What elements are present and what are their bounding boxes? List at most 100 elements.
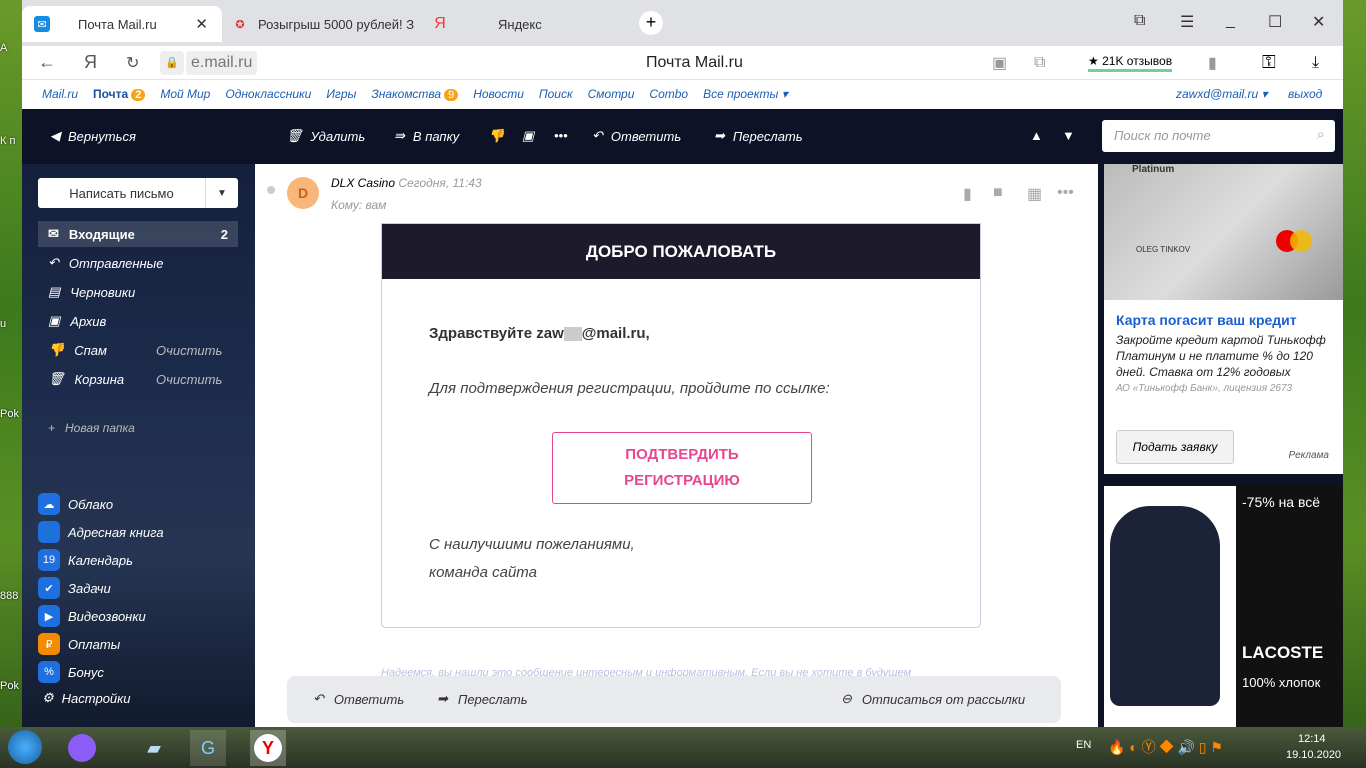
yandex-browser-icon[interactable]: Y <box>250 730 286 766</box>
read-status-dot[interactable] <box>267 186 275 194</box>
start-button[interactable] <box>8 730 42 764</box>
apply-button[interactable]: Подать заявку <box>1116 430 1234 464</box>
folder-inbox[interactable]: ✉ Входящие 2 <box>38 221 238 247</box>
search-input[interactable]: Поиск по почте ⌕ <box>1102 120 1335 152</box>
greeting: Здравствуйте zaw @mail.ru, <box>429 325 650 342</box>
app-payments[interactable]: ₽ Оплаты <box>38 633 120 655</box>
user-menu[interactable]: zawxd@mail.ru ▾ <box>1176 87 1268 101</box>
reload-icon[interactable]: ↻ <box>126 53 139 73</box>
delete-button[interactable]: 🗑 Удалить <box>286 128 365 144</box>
prev-message-button[interactable]: ▲ <box>1030 128 1043 143</box>
protect-icon[interactable]: ▣ <box>992 53 1007 73</box>
portal-link[interactable]: Mail.ru <box>42 87 78 101</box>
app-g-icon[interactable]: G <box>190 730 226 766</box>
calendar-icon[interactable]: ▦ <box>1027 184 1042 204</box>
clear-trash-button[interactable]: Очистить <box>156 372 222 387</box>
all-projects-link[interactable]: Все проекты ▾ <box>703 87 788 101</box>
portal-link[interactable]: Смотри <box>588 87 635 101</box>
address-field[interactable]: e.mail.ru <box>186 50 258 75</box>
portal-link[interactable]: Игры <box>326 87 356 101</box>
portal-link-mail[interactable]: Почта 2 <box>93 87 146 101</box>
app-calendar[interactable]: 19 Календарь <box>38 549 133 571</box>
app-bonus[interactable]: % Бонус <box>38 661 104 683</box>
desktop-icon-label: Pok <box>0 408 19 420</box>
more-icon[interactable]: ••• <box>1057 184 1074 202</box>
clear-spam-button[interactable]: Очистить <box>156 343 222 358</box>
app-label: Бонус <box>68 664 104 680</box>
app-video-calls[interactable]: ▶ Видеозвонки <box>38 605 146 627</box>
more-button[interactable]: ••• <box>554 128 568 143</box>
unsubscribe-button[interactable]: ⊖ Отписаться от рассылки <box>841 691 1025 707</box>
compose-button[interactable]: Написать письмо <box>38 178 206 208</box>
ad-title[interactable]: Карта погасит ваш кредит <box>1116 312 1331 328</box>
clock-time[interactable]: 12:14 <box>1298 733 1326 745</box>
app-cloud[interactable]: ☁ Облако <box>38 493 113 515</box>
password-manager-icon[interactable]: ⚿ <box>1262 52 1276 73</box>
archive-icon: ▣ <box>48 313 61 328</box>
tab-mail[interactable]: ✉ Почта Mail.ru ✕ <box>22 6 222 42</box>
yandex-home-icon[interactable]: Я <box>84 52 97 73</box>
compose-button-group: Написать письмо ▼ <box>38 178 238 208</box>
archive-button[interactable]: ▣ <box>522 128 534 144</box>
folder-sent[interactable]: ↶ Отправленные <box>38 250 238 276</box>
tray-icons[interactable]: 🔥 ◐ Ⓨ ◆ 🔊 ▯ ⚑ <box>1108 737 1223 757</box>
portal-link[interactable]: Одноклассники <box>225 87 311 101</box>
reviews-badge[interactable]: ★ 21K отзывов <box>1088 54 1173 72</box>
spam-button[interactable]: 👎 <box>488 128 504 144</box>
bookmark-icon[interactable]: ▮ <box>963 184 972 204</box>
portal-link-label: Знакомства <box>371 87 442 101</box>
sender-avatar[interactable]: D <box>287 177 319 209</box>
app-tasks[interactable]: ✔ Задачи <box>38 577 111 599</box>
folder-trash[interactable]: 🗑 Корзина Очистить <box>38 366 238 392</box>
clock-date[interactable]: 19.10.2020 <box>1286 749 1341 761</box>
ad-tinkoff[interactable]: Platinum OLEG TINKOV Карта погасит ваш к… <box>1104 164 1343 474</box>
portal-link[interactable]: Мой Мир <box>160 87 210 101</box>
logout-link[interactable]: выход <box>1288 87 1322 101</box>
bookmarks-panel-icon[interactable]: ⧉ <box>1134 12 1145 30</box>
ad-lacoste[interactable]: -75% на всё LACOSTE 100% хлопок <box>1104 486 1343 727</box>
menu-icon[interactable]: ☰ <box>1180 12 1194 32</box>
alice-icon[interactable] <box>64 730 100 766</box>
portal-link[interactable]: Поиск <box>539 87 573 101</box>
search-icon[interactable]: ⌕ <box>1317 126 1325 143</box>
notepad-icon[interactable]: ▰ <box>136 730 172 766</box>
next-message-button[interactable]: ▼ <box>1062 128 1075 143</box>
back-icon[interactable]: ← <box>38 52 56 73</box>
bottom-reply-button[interactable]: ↶ Ответить <box>313 691 404 707</box>
settings-link[interactable]: ⚙ Настройки <box>42 690 131 706</box>
download-icon[interactable]: ⤓ <box>1312 54 1319 72</box>
app-address-book[interactable]: 👤 Адресная книга <box>38 521 164 543</box>
reply-label: Ответить <box>333 691 405 707</box>
confirm-registration-button[interactable]: ПОДТВЕРДИТЬ РЕГИСТРАЦИЮ <box>552 432 812 504</box>
minimize-button[interactable]: _ <box>1226 12 1235 30</box>
forward-button[interactable]: ➡ Переслать <box>714 128 803 144</box>
cloud-icon: ☁ <box>38 493 60 515</box>
folder-drafts[interactable]: ▤ Черновики <box>38 279 238 305</box>
unread-badge: 2 <box>131 89 146 101</box>
move-to-folder-button[interactable]: ⇛ В папку <box>394 128 459 144</box>
bottom-forward-button[interactable]: ➡ Переслать <box>437 691 528 707</box>
tab-yandex[interactable]: Я Яндекс <box>432 6 622 42</box>
portal-link[interactable]: Combo <box>649 87 688 101</box>
reply-button[interactable]: ↶ Ответить <box>592 128 681 144</box>
email-body: ДОБРО ПОЖАЛОВАТЬ Здравствуйте zaw @mail.r… <box>381 223 981 628</box>
new-folder-button[interactable]: + Новая папка <box>38 415 238 441</box>
back-button[interactable]: ◀ Вернуться <box>50 128 136 144</box>
maximize-button[interactable]: ☐ <box>1268 12 1282 32</box>
lock-icon[interactable]: 🔒 <box>160 50 184 75</box>
folder-spam[interactable]: 👎 Спам Очистить <box>38 337 238 363</box>
portal-link[interactable]: Новости <box>473 87 524 101</box>
close-window-button[interactable]: ✕ <box>1312 12 1325 32</box>
new-tab-button[interactable]: + <box>639 11 663 35</box>
polo-shirt-image <box>1110 506 1220 706</box>
compose-dropdown-icon[interactable]: ▼ <box>206 178 238 208</box>
bookmark-icon[interactable]: ▮ <box>1208 53 1217 73</box>
sender-name[interactable]: DLX Casino <box>331 176 395 190</box>
portal-link-dating[interactable]: Знакомства 9 <box>371 87 459 101</box>
language-indicator[interactable]: EN <box>1076 739 1091 751</box>
close-tab-icon[interactable]: ✕ <box>195 15 208 33</box>
folder-archive[interactable]: ▣ Архив <box>38 308 238 334</box>
collections-icon[interactable]: ⧉ <box>1034 54 1045 72</box>
tab-giveaway[interactable]: ✪ Розыгрыш 5000 рублей! З <box>232 6 422 42</box>
video-icon[interactable]: ■ <box>993 184 1003 202</box>
